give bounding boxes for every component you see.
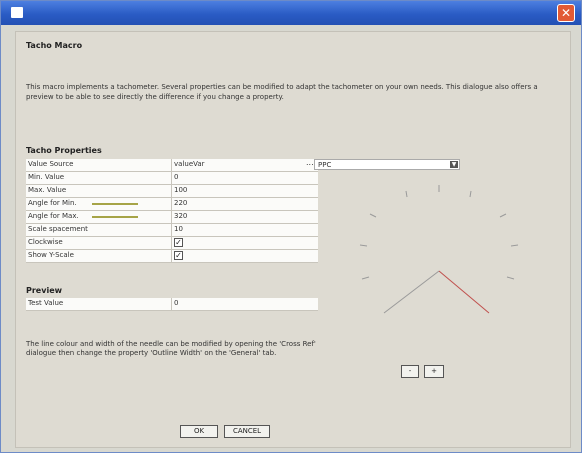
scale-tick: [405, 190, 408, 198]
value-source-select[interactable]: PPC ▼: [314, 159, 460, 170]
close-button[interactable]: ✕: [557, 4, 575, 22]
title-bar[interactable]: ✕: [1, 1, 581, 25]
cancel-button[interactable]: CANCEL: [224, 425, 270, 438]
property-row-show-y-scale: Show Y-Scale ✓: [26, 250, 318, 263]
scale-tick: [361, 276, 370, 280]
page-title: Tacho Macro: [26, 41, 83, 50]
needle-note-text: The line colour and width of the needle …: [26, 340, 316, 357]
test-value-label: Test Value: [28, 299, 64, 307]
scale-tick: [469, 190, 472, 198]
ok-button[interactable]: OK: [180, 425, 218, 438]
properties-heading: Tacho Properties: [26, 146, 102, 155]
property-row-max-value: Max. Value 100: [26, 185, 318, 198]
angle-min-field[interactable]: 220: [174, 199, 187, 207]
tacho-preview: [359, 185, 519, 314]
scale-tick: [510, 244, 519, 247]
test-value-row: Test Value 0: [26, 298, 318, 311]
scale-tick: [506, 276, 515, 280]
property-row-value-source: Value Source valueVar: [26, 159, 318, 172]
clockwise-checkbox[interactable]: ✓: [174, 238, 183, 247]
preview-heading: Preview: [26, 286, 63, 295]
scale-tick: [499, 213, 507, 218]
show-y-scale-checkbox[interactable]: ✓: [174, 251, 183, 260]
dialog-window: ✕ Tacho Macro This macro implements a ta…: [0, 0, 582, 453]
description-text: This macro implements a tachometer. Seve…: [26, 83, 538, 101]
property-label: Value Source: [28, 160, 74, 168]
scale-tick: [369, 213, 377, 218]
browse-button[interactable]: ...: [306, 159, 314, 170]
value-source-field[interactable]: valueVar: [174, 160, 205, 168]
zoom-in-button[interactable]: +: [424, 365, 444, 378]
min-value-field[interactable]: 0: [174, 173, 178, 181]
content-panel: Tacho Macro This macro implements a tach…: [15, 31, 571, 448]
needle-min: [383, 270, 440, 314]
property-row-min-value: Min. Value 0: [26, 172, 318, 185]
angle-max-field[interactable]: 320: [174, 212, 187, 220]
preview-table: Test Value 0: [26, 298, 318, 311]
property-label: Angle for Max.: [28, 212, 79, 220]
angle-min-color-swatch: [92, 203, 138, 205]
test-value-field[interactable]: 0: [174, 299, 178, 307]
chevron-down-icon[interactable]: ▼: [450, 161, 458, 168]
scale-spacement-field[interactable]: 10: [174, 225, 183, 233]
property-row-angle-min: Angle for Min. 220: [26, 198, 318, 211]
max-value-field[interactable]: 100: [174, 186, 187, 194]
property-label: Min. Value: [28, 173, 65, 181]
property-row-scale-spacement: Scale spacement 10: [26, 224, 318, 237]
property-row-clockwise: Clockwise ✓: [26, 237, 318, 250]
scale-tick: [359, 244, 368, 247]
zoom-out-button[interactable]: -: [401, 365, 419, 378]
value-source-select-value: PPC: [318, 161, 332, 169]
properties-table: Value Source valueVar Min. Value 0 Max. …: [26, 159, 318, 263]
angle-max-color-swatch: [92, 216, 138, 218]
property-label: Max. Value: [28, 186, 67, 194]
needle-max: [438, 270, 490, 314]
property-label: Clockwise: [28, 238, 63, 246]
property-label: Scale spacement: [28, 225, 88, 233]
property-label: Angle for Min.: [28, 199, 77, 207]
property-label: Show Y-Scale: [28, 251, 74, 259]
property-row-angle-max: Angle for Max. 320: [26, 211, 318, 224]
window-icon: [11, 7, 23, 18]
